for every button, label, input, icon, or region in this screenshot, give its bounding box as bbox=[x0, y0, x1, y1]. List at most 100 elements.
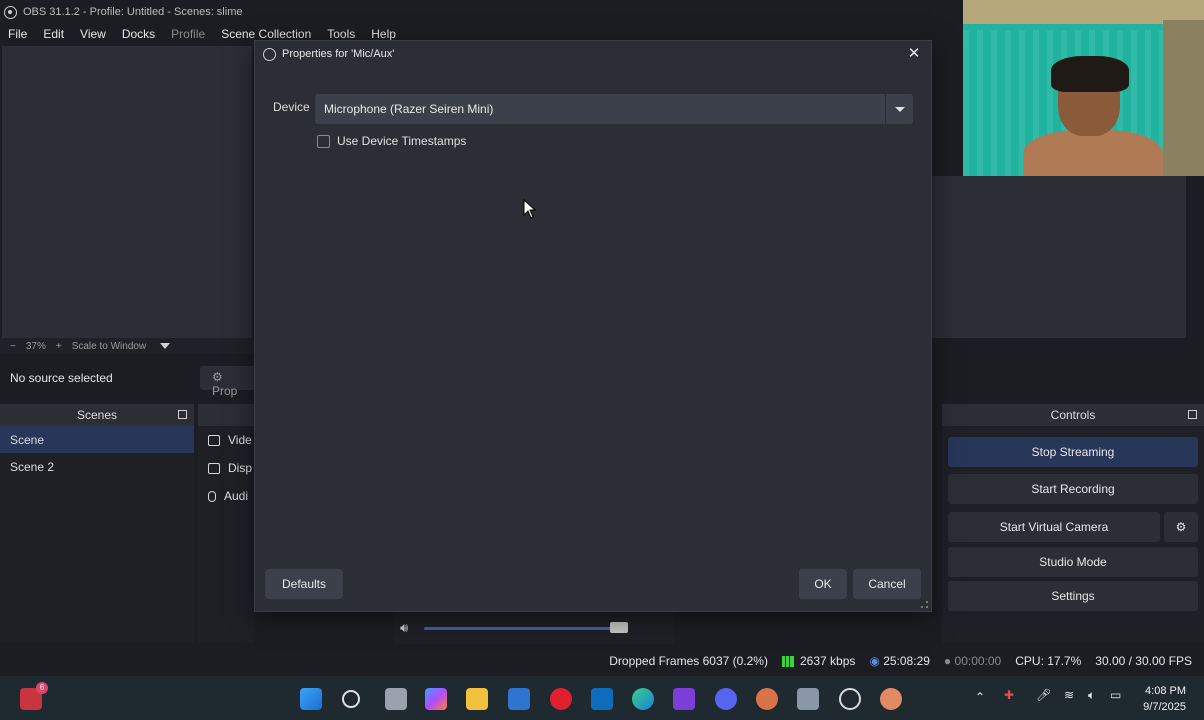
device-timestamps-label: Use Device Timestamps bbox=[337, 134, 467, 148]
stop-streaming-button[interactable]: Stop Streaming bbox=[948, 437, 1198, 467]
camera-app-icon[interactable] bbox=[797, 688, 819, 710]
obs-taskbar-icon[interactable] bbox=[839, 688, 861, 710]
menu-edit[interactable]: Edit bbox=[35, 27, 72, 41]
cancel-button[interactable]: Cancel bbox=[853, 569, 921, 599]
resize-grip-icon[interactable] bbox=[921, 601, 928, 608]
device-select[interactable]: Microphone (Razer Seiren Mini) bbox=[315, 94, 913, 124]
source-item[interactable]: Audi bbox=[198, 482, 254, 510]
menu-tools[interactable]: Tools bbox=[319, 27, 363, 41]
file-explorer-icon[interactable] bbox=[466, 688, 488, 710]
broadcast-icon: ◉ bbox=[869, 654, 880, 668]
bitrate-value: 2637 kbps bbox=[799, 654, 856, 668]
studio-mode-button[interactable]: Studio Mode bbox=[948, 547, 1198, 577]
volume-icon[interactable]: 🔈︎ bbox=[1088, 688, 1095, 703]
volume-slider-handle[interactable] bbox=[610, 622, 628, 633]
start-recording-button[interactable]: Start Recording bbox=[948, 474, 1198, 504]
tray-app-icon[interactable]: ✚ bbox=[1004, 688, 1014, 702]
clipchamp-icon[interactable] bbox=[673, 688, 695, 710]
controls-dock-header: Controls bbox=[942, 404, 1204, 426]
start-virtual-camera-button[interactable]: Start Virtual Camera bbox=[948, 512, 1160, 542]
dock-float-icon[interactable] bbox=[178, 410, 187, 419]
zoom-out-button[interactable]: − bbox=[10, 341, 16, 352]
webcam-feed bbox=[963, 0, 1204, 176]
app-icon-2[interactable] bbox=[880, 688, 902, 710]
dialog-titlebar: Properties for 'Mic/Aux' bbox=[255, 41, 931, 67]
status-bar: Dropped Frames 6037 (0.2%) 2637 kbps ◉ 2… bbox=[0, 648, 1204, 674]
virtual-camera-settings-button[interactable]: ⚙ bbox=[1164, 512, 1198, 542]
chevron-down-icon[interactable] bbox=[885, 94, 913, 124]
dialog-title: Properties for 'Mic/Aux' bbox=[282, 48, 395, 60]
chevron-down-icon[interactable] bbox=[160, 343, 171, 349]
copilot-icon[interactable] bbox=[425, 688, 447, 710]
clock[interactable]: 4:08 PM 9/7/2025 bbox=[1143, 683, 1186, 715]
clock-time: 4:08 PM bbox=[1145, 685, 1186, 697]
zoom-in-button[interactable]: + bbox=[56, 341, 62, 352]
source-item[interactable]: Disp bbox=[198, 454, 254, 482]
source-item[interactable]: Vide bbox=[198, 426, 254, 454]
search-icon[interactable] bbox=[342, 690, 360, 708]
controls-title: Controls bbox=[1050, 408, 1096, 422]
signal-icon bbox=[781, 656, 794, 668]
close-icon[interactable]: ✕ bbox=[905, 45, 923, 63]
wifi-icon[interactable]: ≋ bbox=[1064, 688, 1074, 702]
microphone-icon[interactable]: 🎤︎ bbox=[1036, 688, 1051, 702]
volume-slider-track[interactable] bbox=[424, 627, 624, 630]
settings-button[interactable]: Settings bbox=[948, 581, 1198, 611]
no-source-label: No source selected bbox=[10, 371, 113, 385]
microphone-icon bbox=[208, 490, 216, 502]
controls-panel: Stop Streaming Start Recording Start Vir… bbox=[942, 426, 1204, 643]
scale-mode-label[interactable]: Scale to Window bbox=[72, 341, 146, 352]
device-label: Device bbox=[273, 100, 310, 114]
obs-logo-icon bbox=[4, 5, 17, 19]
opera-icon[interactable] bbox=[550, 688, 572, 710]
menu-view[interactable]: View bbox=[72, 27, 114, 41]
gear-icon: ⚙ bbox=[1175, 520, 1187, 534]
scene-item[interactable]: Scene 2 bbox=[0, 453, 194, 480]
preview-canvas-right[interactable] bbox=[930, 176, 1186, 338]
dock-float-icon[interactable] bbox=[1188, 410, 1197, 419]
device-select-value: Microphone (Razer Seiren Mini) bbox=[324, 102, 494, 116]
zoom-level: 37% bbox=[25, 340, 46, 352]
mouse-cursor-icon bbox=[523, 199, 537, 219]
menu-profile[interactable]: Profile bbox=[163, 27, 213, 41]
menu-file[interactable]: File bbox=[0, 27, 35, 41]
window-title: OBS 31.1.2 - Profile: Untitled - Scenes:… bbox=[23, 6, 243, 18]
widgets-icon[interactable]: 6 bbox=[20, 682, 48, 710]
camera-icon bbox=[208, 434, 220, 446]
ok-button[interactable]: OK bbox=[799, 569, 847, 599]
device-timestamps-option[interactable]: Use Device Timestamps bbox=[317, 134, 466, 148]
source-label: Vide bbox=[228, 433, 252, 447]
obs-logo-icon bbox=[263, 47, 276, 61]
chevron-up-icon[interactable]: ⌃ bbox=[975, 690, 985, 704]
task-view-icon[interactable] bbox=[385, 688, 407, 710]
menu-help[interactable]: Help bbox=[363, 27, 404, 41]
scenes-list: Scene Scene 2 bbox=[0, 426, 194, 643]
bitrate-status: 2637 kbps bbox=[781, 654, 856, 668]
record-icon: ● bbox=[943, 654, 952, 668]
store-icon[interactable] bbox=[508, 688, 530, 710]
sources-dock-header bbox=[198, 404, 254, 426]
notification-badge: 6 bbox=[36, 682, 48, 694]
source-label: Audi bbox=[224, 489, 249, 503]
rec-time-status: ● 00:00:00 bbox=[944, 654, 1001, 668]
scene-item[interactable]: Scene bbox=[0, 426, 194, 453]
speaker-icon[interactable]: 🔊︎ bbox=[400, 620, 408, 636]
app-icon[interactable] bbox=[756, 688, 778, 710]
stream-time: 25:08:29 bbox=[883, 654, 930, 668]
menu-docks[interactable]: Docks bbox=[114, 27, 163, 41]
preview-canvas[interactable] bbox=[2, 46, 252, 338]
dropped-frames: Dropped Frames 6037 (0.2%) bbox=[609, 654, 768, 668]
outlook-icon[interactable] bbox=[591, 688, 613, 710]
edge-icon[interactable] bbox=[632, 688, 654, 710]
device-timestamps-checkbox[interactable] bbox=[317, 134, 330, 148]
properties-button[interactable]: ⚙ Prop bbox=[200, 366, 255, 398]
defaults-button[interactable]: Defaults bbox=[265, 569, 343, 599]
menu-scene-collection[interactable]: Scene Collection bbox=[213, 27, 319, 41]
battery-icon[interactable]: ▭ bbox=[1110, 688, 1121, 702]
start-icon[interactable] bbox=[300, 688, 322, 710]
discord-icon[interactable] bbox=[715, 688, 737, 710]
properties-label: Prop bbox=[212, 384, 238, 398]
properties-dialog: Properties for 'Mic/Aux' ✕ Device Microp… bbox=[254, 40, 932, 612]
cpu-usage: CPU: 17.7% bbox=[1015, 654, 1082, 668]
fps-counter: 30.00 / 30.00 FPS bbox=[1095, 654, 1192, 668]
